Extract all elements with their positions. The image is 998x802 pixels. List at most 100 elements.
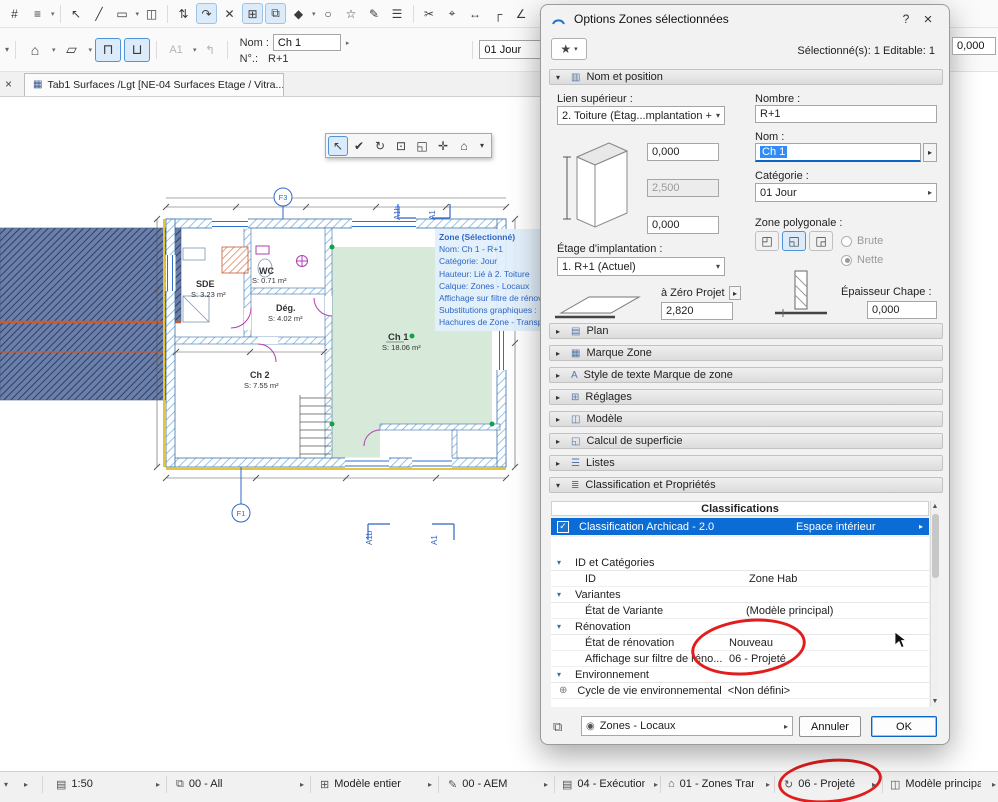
group-id-categories[interactable]: ▾ ID et Catégories xyxy=(551,555,929,571)
grid-icon[interactable]: ⊞ xyxy=(242,3,264,24)
angle-tool-icon[interactable]: ∠ xyxy=(511,3,532,24)
arrow-mode-icon[interactable]: ↖ xyxy=(328,135,348,156)
structure-display-selector[interactable]: ⊞ Modèle entier ▸ xyxy=(320,772,432,796)
section-classification[interactable]: ▾ ≣ Classification et Propriétés xyxy=(549,477,943,493)
orientation-icon[interactable]: ↰ xyxy=(200,39,221,60)
scroll-up-icon[interactable]: ▲ xyxy=(932,503,939,510)
group-environnement[interactable]: ▾ Environnement xyxy=(551,667,929,683)
list-icon[interactable]: ☰ xyxy=(387,3,408,24)
confirm-icon[interactable]: ✔ xyxy=(349,136,369,156)
nom-field[interactable]: Ch 1 xyxy=(272,34,341,51)
layers-icon[interactable]: ⧉ xyxy=(265,3,287,24)
scrollbar-thumb[interactable] xyxy=(931,514,939,578)
slab-tool-icon[interactable]: ▱ xyxy=(59,38,85,62)
section-modele[interactable]: ▸ ◫ Modèle xyxy=(549,411,943,427)
categorie-combo[interactable]: 01 Jour ▸ xyxy=(755,183,937,202)
expand-arrow[interactable]: ▸ xyxy=(24,772,28,796)
quick-options-caret[interactable]: ▾ xyxy=(4,772,8,796)
move-icon[interactable]: ✛ xyxy=(433,136,453,156)
home-icon[interactable]: ⌂ xyxy=(454,136,474,156)
wall-reference-icon[interactable]: ⊓ xyxy=(95,37,122,62)
scale-selector[interactable]: ▤ 1:50 ▸ xyxy=(56,772,160,796)
zone-reference-icon[interactable]: ◲ xyxy=(809,231,833,251)
snap-point-icon[interactable]: ⌖ xyxy=(442,3,463,24)
more-icon[interactable]: ▾ xyxy=(475,136,489,156)
radio-brute[interactable]: Brute xyxy=(841,235,883,247)
group-variantes[interactable]: ▾ Variantes xyxy=(551,587,929,603)
property-row-cycle-vie[interactable]: ⊕ Cycle de vie environnemental <Non défi… xyxy=(551,683,929,699)
pen-set-icon[interactable]: ◆ xyxy=(288,3,309,24)
help-icon[interactable]: ? xyxy=(895,12,917,26)
offset-icon[interactable]: ⊡ xyxy=(391,136,411,156)
coordinate-field[interactable]: 0,000 xyxy=(952,37,996,55)
numero-field[interactable]: R+1 xyxy=(262,53,289,65)
nom-field-expand[interactable]: ▸ xyxy=(346,39,350,47)
line-tool-icon[interactable]: ╱ xyxy=(89,3,110,24)
annotate-icon[interactable]: ✎ xyxy=(364,3,385,24)
section-nom-position[interactable]: ▾ ▥ Nom et position xyxy=(549,69,943,85)
wall-reference-2-icon[interactable]: ⊔ xyxy=(124,37,151,62)
zero-projet-menu[interactable]: ▸ xyxy=(729,286,741,300)
grid-snap-icon[interactable]: # xyxy=(4,3,25,24)
scrollbar[interactable]: ▲ ▼ xyxy=(930,501,939,707)
checkbox-checked-icon[interactable]: ✓ xyxy=(557,520,569,533)
section-calcul[interactable]: ▸ ◱ Calcul de superficie xyxy=(549,433,943,449)
arrow-tool-icon[interactable]: ↖ xyxy=(66,3,87,24)
roof-tool-icon[interactable]: ⌂ xyxy=(22,38,48,62)
group-renovation[interactable]: ▾ Rénovation xyxy=(551,619,929,635)
layer-settings-icon[interactable]: ⧉ xyxy=(553,719,562,735)
nom-field[interactable]: Ch 1 xyxy=(755,143,921,162)
zone-manual-icon[interactable]: ◱ xyxy=(782,231,806,251)
close-icon[interactable]: × xyxy=(917,11,939,28)
nombre-field[interactable]: R+1 xyxy=(755,105,937,123)
graphic-override-selector[interactable]: ⌂ 01 - Zones Transp... ▸ xyxy=(668,772,770,796)
scroll-down-icon[interactable]: ▼ xyxy=(932,698,939,705)
elevation-marker-f3[interactable]: F3 xyxy=(273,187,293,219)
zero-projet-field[interactable]: 2,820 xyxy=(661,302,733,320)
favorites-button[interactable]: ★ ▾ xyxy=(551,38,587,60)
elevation-marker-f1[interactable]: F1 xyxy=(231,467,251,523)
chevron-right-icon[interactable]: ▸ xyxy=(919,522,923,531)
section-style-texte[interactable]: ▸ A Style de texte Marque de zone xyxy=(549,367,943,383)
stretch-icon[interactable]: ↔ xyxy=(465,3,486,24)
ok-button[interactable]: OK xyxy=(871,716,937,737)
dialog-title-bar[interactable]: Options Zones sélectionnées ? × xyxy=(541,5,949,33)
rotate-icon[interactable]: ↻ xyxy=(370,136,390,156)
layer-combo-footer[interactable]: ◉ Zones - Locaux ▸ xyxy=(581,716,793,736)
model-view-options-selector[interactable]: ▤ 04 - Exécution (LO... ▸ xyxy=(562,772,658,796)
classification-row[interactable]: ✓ Classification Archicad - 2.0 Espace i… xyxy=(551,518,929,535)
zone-auto-icon[interactable]: ◰ xyxy=(755,231,779,251)
height-top-field[interactable]: 0,000 xyxy=(647,143,719,161)
text-size-tool[interactable]: A1 xyxy=(163,38,189,62)
cancel-button[interactable]: Annuler xyxy=(799,716,861,737)
room-label-ch1[interactable]: Ch 1 xyxy=(388,332,409,343)
favorites-icon[interactable]: ☆ xyxy=(341,3,362,24)
epaisseur-chape-field[interactable]: 0,000 xyxy=(867,301,937,319)
lien-superieur-combo[interactable]: 2. Toiture (Étag...mplantation + 1) ▾ xyxy=(557,106,725,125)
section-marque-zone[interactable]: ▸ ▦ Marque Zone xyxy=(549,345,943,361)
section-listes[interactable]: ▸ ☰ Listes xyxy=(549,455,943,471)
corner-tool-icon[interactable]: ┌ xyxy=(488,3,509,24)
marquee-tool-icon[interactable]: ▭ xyxy=(112,3,133,24)
floorplan-canvas[interactable]: SDE S: 3.23 m² WC S: 0.71 m² Dég. S: 4.0… xyxy=(0,0,540,772)
layer-combination-selector[interactable]: ⧉ 00 - All ▸ xyxy=(176,772,304,796)
section-plan[interactable]: ▸ ▤ Plan xyxy=(549,323,943,339)
property-row-id[interactable]: ID Zone Hab xyxy=(551,571,929,587)
height-bottom-field[interactable]: 0,000 xyxy=(647,216,719,234)
pen-set-selector[interactable]: ✎ 00 - AEM ▸ xyxy=(448,772,548,796)
redo-icon[interactable]: ↷ xyxy=(196,3,218,24)
swap-views-icon[interactable]: ⇅ xyxy=(173,3,194,24)
delete-icon[interactable]: ✕ xyxy=(219,3,240,24)
radio-nette[interactable]: Nette xyxy=(841,254,883,266)
box-edit-icon[interactable]: ◱ xyxy=(412,136,432,156)
arc-tool-icon[interactable]: ○ xyxy=(318,3,339,24)
toolbar-options-caret[interactable]: ▾ xyxy=(5,45,9,54)
main-menu-icon[interactable]: ≡ xyxy=(27,3,48,24)
renovation-filter-selector[interactable]: ↻ 06 - Projeté ▸ xyxy=(776,754,884,802)
property-row-etat-renovation[interactable]: État de rénovation Nouveau xyxy=(551,635,929,651)
cut-icon[interactable]: ✂ xyxy=(419,3,440,24)
etage-combo[interactable]: 1. R+1 (Actuel) ▾ xyxy=(557,257,725,276)
property-row-affichage-filtre[interactable]: Affichage sur filtre de réno... 06 - Proj… xyxy=(551,651,929,667)
nom-field-menu[interactable]: ▸ xyxy=(923,143,937,162)
layout-book-icon[interactable]: ◫ xyxy=(141,3,162,24)
